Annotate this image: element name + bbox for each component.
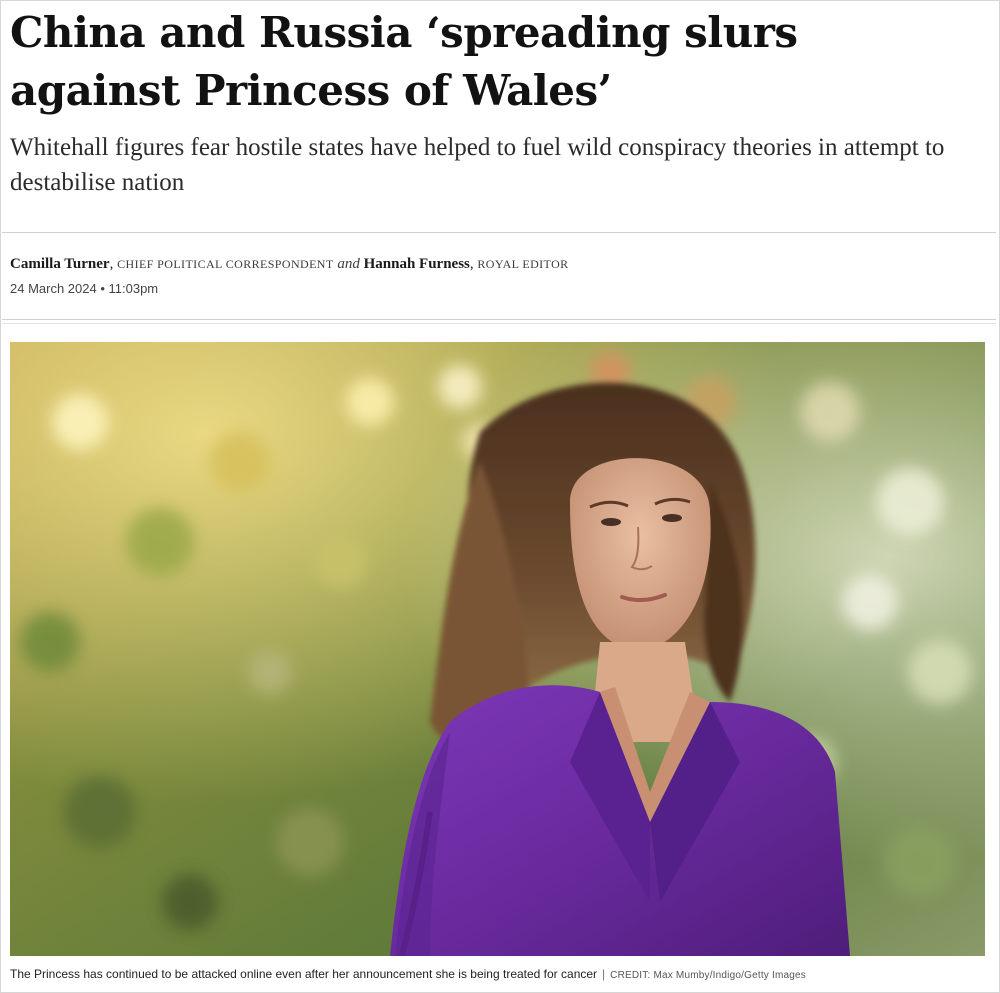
image-caption: The Princess has continued to be attacke…: [10, 965, 985, 985]
divider-top: [2, 232, 996, 233]
author-role-1: CHIEF POLITICAL CORRESPONDENT: [117, 257, 334, 271]
author-role-2: ROYAL EDITOR: [477, 257, 569, 271]
byline: Camilla Turner, CHIEF POLITICAL CORRESPO…: [10, 256, 569, 272]
image-credit: CREDIT: Max Mumby/Indigo/Getty Images: [610, 970, 806, 981]
lead-image[interactable]: [10, 342, 985, 956]
author-link-hannah-furness[interactable]: Hannah Furness: [364, 256, 470, 272]
lead-image-illustration: [10, 342, 985, 956]
publish-date: 24 March 2024 • 11:03pm: [10, 281, 159, 296]
article-standfirst: Whitehall figures fear hostile states ha…: [10, 134, 945, 196]
caption-text: The Princess has continued to be attacke…: [10, 967, 598, 981]
article-headline: China and Russia ‘spreading slurs agains…: [10, 8, 798, 115]
caption-separator: |: [602, 967, 606, 981]
author-link-camilla-turner[interactable]: Camilla Turner: [10, 256, 110, 272]
byline-conjunction: and: [337, 256, 360, 272]
divider-bottom-light: [2, 323, 996, 324]
divider-bottom: [2, 319, 996, 320]
